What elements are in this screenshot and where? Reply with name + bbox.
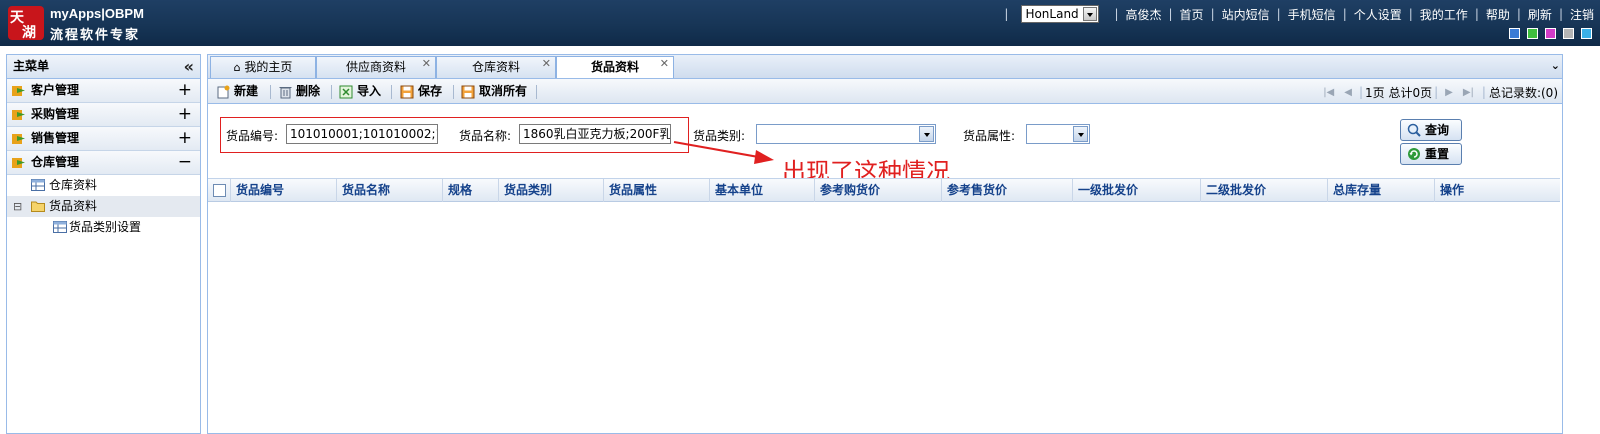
tab-warehouse-info[interactable]: 仓库资料 ✕ [436,56,556,78]
new-document-icon [217,85,230,99]
column-header[interactable]: 参考售货价 [941,179,1072,202]
column-header[interactable]: 参考购货价 [814,179,941,202]
sidebar-group-sales[interactable]: 销售管理 + [7,127,200,151]
app-header: 天 湖 myApps|OBPM 流程软件专家 | HonLand | 高俊杰 |… [0,0,1600,46]
logo-product-name: myApps|OBPM [50,6,144,21]
import-button[interactable]: 导入 [339,83,381,101]
tree-item-product-info[interactable]: ⊟ 货品资料 [7,196,200,217]
last-page-icon[interactable]: ▶| [1463,87,1474,98]
save-icon [400,85,414,99]
save-button[interactable]: 保存 [400,83,442,101]
delete-button[interactable]: 删除 [278,83,320,101]
sidebar-group-warehouse[interactable]: 仓库管理 − [7,151,200,175]
nav-personal-settings[interactable]: 个人设置 [1354,6,1402,23]
nav-sms[interactable]: 手机短信 [1288,6,1336,23]
skin-green-swatch[interactable] [1527,28,1538,39]
trash-icon [279,87,292,99]
sidebar-group-customer[interactable]: 客户管理 + [7,79,200,103]
column-header[interactable]: 货品类别 [498,179,603,202]
nav-logout[interactable]: 注销 [1570,6,1594,23]
nav-user[interactable]: 高俊杰 [1125,6,1161,23]
module-icon [12,86,25,96]
skin-blue-swatch[interactable] [1509,28,1520,39]
annotation-arrow-icon [673,141,774,164]
product-grid-header: 货品编号 货品名称 规格 货品类别 货品属性 基本单位 参考购货价 参考售货价 … [208,178,1560,202]
column-header[interactable]: 基本单位 [709,179,814,202]
chevron-down-icon[interactable]: ⌄ [1551,59,1560,72]
nav-home[interactable]: 首页 [1180,6,1204,23]
collapse-icon[interactable]: « [184,55,194,78]
module-icon [12,110,25,120]
column-header[interactable]: 货品属性 [603,179,709,202]
company-select[interactable]: HonLand [1021,5,1100,23]
tianhu-logo-icon: 天 湖 [8,6,44,41]
select-all-checkbox[interactable] [213,184,226,197]
nav-refresh[interactable]: 刷新 [1528,6,1552,23]
prev-page-icon[interactable]: ◀ [1344,87,1352,98]
chevron-down-icon[interactable] [1073,126,1088,142]
skin-gray-swatch[interactable] [1563,28,1574,39]
skin-selector [1509,28,1592,39]
svg-text:湖: 湖 [22,25,36,41]
table-icon [31,179,45,191]
skin-pink-swatch[interactable] [1545,28,1556,39]
column-header[interactable]: 一级批发价 [1072,179,1200,202]
product-category-select[interactable] [756,124,936,144]
tab-home[interactable]: ⌂ 我的主页 [210,56,316,78]
skin-cyan-swatch[interactable] [1581,28,1592,39]
tab-bar: ⌂ 我的主页 供应商资料 ✕ 仓库资料 ✕ 货品资料 ✕ ⌄ [207,54,1563,79]
product-attribute-label: 货品属性: [963,129,1016,143]
table-icon [53,221,67,233]
product-attribute-select[interactable] [1026,124,1090,144]
refresh-icon [1408,148,1420,160]
column-header[interactable]: 二级批发价 [1200,179,1327,202]
query-button[interactable]: 查询 [1400,119,1462,141]
close-icon[interactable]: ✕ [542,53,551,74]
collapse-icon[interactable]: − [178,151,192,174]
column-header[interactable]: 货品名称 [336,179,442,202]
nav-internal-messages[interactable]: 站内短信 [1222,6,1270,23]
import-icon [339,85,353,99]
close-icon[interactable]: ✕ [660,53,669,74]
toolbar: 新建 删除 导入 保存 取消所有 |◀ ◀ | 1页 总计0页 | ▶ ▶| |… [207,78,1563,104]
nav-help[interactable]: 帮助 [1486,6,1510,23]
column-header[interactable]: 规格 [442,179,498,202]
module-icon [12,134,25,144]
search-icon [1407,123,1421,137]
cancel-all-button[interactable]: 取消所有 [461,83,527,101]
reset-button[interactable]: 重置 [1400,143,1462,165]
chevron-down-icon[interactable] [1083,7,1098,21]
page-info: 1页 总计0页 [1365,85,1433,100]
tree-item-product-category[interactable]: 货品类别设置 [7,217,200,238]
cancel-save-icon [461,85,475,99]
top-nav: | HonLand | 高俊杰 | 首页 | 站内短信 | 手机短信 | 个人设… [1004,5,1594,23]
tab-product-info[interactable]: 货品资料 ✕ [556,56,674,79]
tree-expander-icon[interactable]: ⊟ [13,196,22,217]
chevron-down-icon[interactable] [919,126,934,142]
folder-icon [31,201,45,212]
sidebar: 主菜单 « 客户管理 + 采购管理 + 销售管理 + 仓库管理 − 仓库资料 ⊟… [6,54,201,434]
svg-text:天: 天 [10,10,25,26]
nav-my-work[interactable]: 我的工作 [1420,6,1468,23]
sidebar-group-purchase[interactable]: 采购管理 + [7,103,200,127]
home-icon: ⌂ [233,61,241,74]
tab-supplier-info[interactable]: 供应商资料 ✕ [316,56,436,78]
column-header[interactable]: 总库存量 [1327,179,1434,202]
tree-item-warehouse-info[interactable]: 仓库资料 [7,175,200,196]
expand-icon[interactable]: + [178,127,192,150]
total-records: 总记录数:(0) [1488,85,1558,100]
logo-slogan: 流程软件专家 [50,28,141,43]
first-page-icon[interactable]: |◀ [1323,87,1334,98]
annotation-highlight-box [220,117,689,153]
column-header[interactable]: 操作 [1434,179,1560,202]
module-icon [12,158,25,168]
new-button[interactable]: 新建 [216,83,258,101]
next-page-icon[interactable]: ▶ [1445,87,1453,98]
expand-icon[interactable]: + [178,103,192,126]
close-icon[interactable]: ✕ [422,53,431,74]
column-header[interactable]: 货品编号 [230,179,336,202]
expand-icon[interactable]: + [178,79,192,102]
sidebar-title: 主菜单 « [7,55,200,79]
pager: |◀ ◀ | 1页 总计0页 | ▶ ▶| | 总记录数:(0) [1323,85,1558,100]
